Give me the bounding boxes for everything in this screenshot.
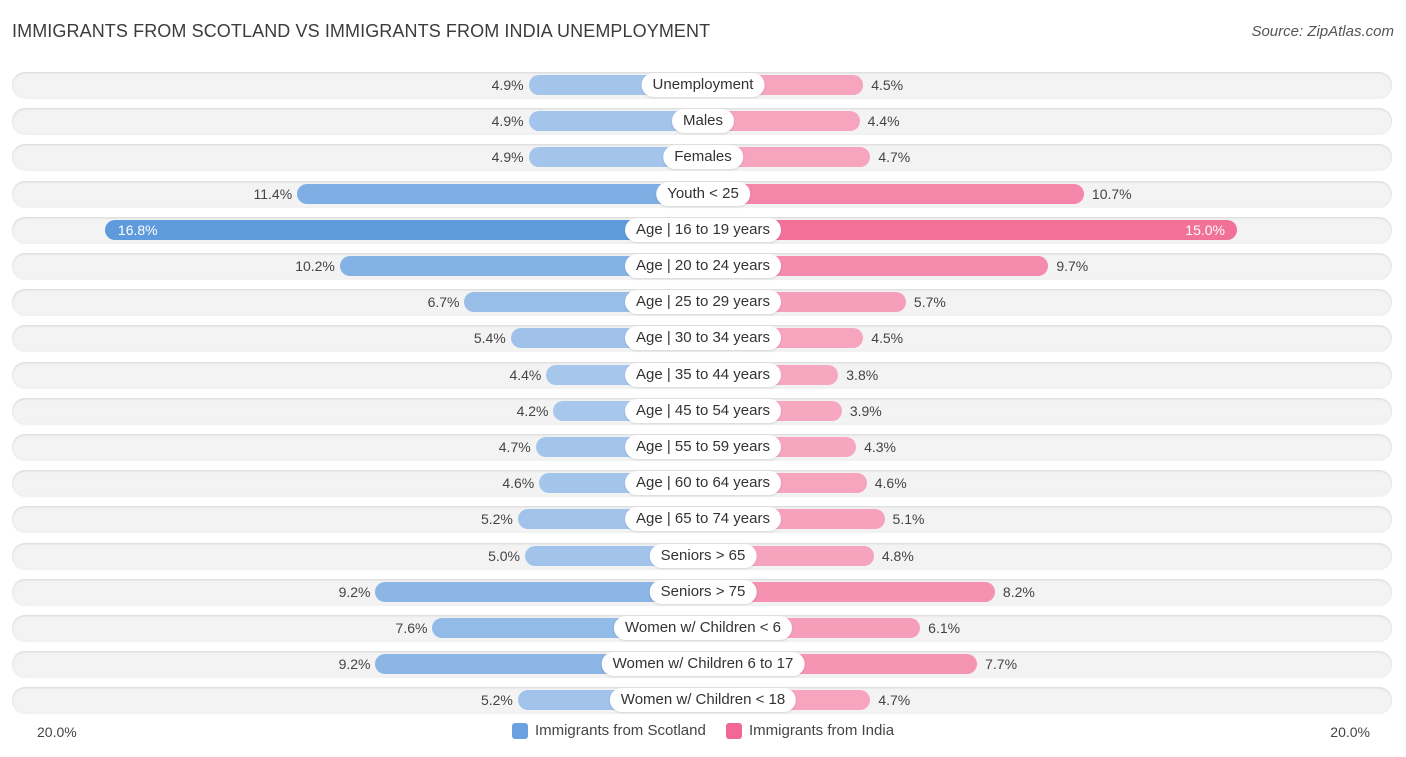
value-label-scotland: 4.4% — [509, 366, 542, 383]
bar-scotland[interactable] — [297, 183, 703, 204]
value-label-india: 15.0% — [1185, 221, 1225, 238]
legend-item-india[interactable]: Immigrants from India — [726, 722, 894, 739]
value-label-scotland: 4.2% — [516, 402, 549, 419]
legend-swatch-india — [726, 722, 742, 739]
value-label-scotland: 5.2% — [480, 511, 513, 528]
bar-india[interactable] — [703, 183, 1084, 204]
legend-label-india: Immigrants from India — [749, 722, 895, 739]
value-label-india: 9.7% — [1056, 258, 1089, 274]
value-label-scotland: 10.2% — [295, 258, 335, 274]
value-label-india: 4.5% — [871, 330, 904, 347]
category-label: Males — [671, 109, 735, 134]
value-label-india: 4.7% — [878, 692, 911, 709]
category-label: Females — [663, 145, 743, 170]
value-label-scotland: 5.2% — [480, 692, 513, 709]
value-label-scotland: 9.2% — [338, 656, 371, 673]
value-label-india: 8.2% — [1002, 583, 1035, 600]
value-label-scotland: 9.2% — [338, 583, 371, 600]
bar-scotland[interactable] — [104, 219, 703, 240]
value-label-scotland: 7.6% — [395, 620, 428, 636]
category-label: Age | 35 to 44 years — [625, 362, 781, 387]
category-label: Seniors > 65 — [649, 543, 757, 568]
value-label-india: 4.7% — [878, 149, 911, 166]
value-label-india: 10.7% — [1091, 185, 1132, 202]
value-label-india: 3.8% — [846, 366, 879, 383]
value-label-scotland: 4.9% — [491, 113, 524, 130]
legend-item-scotland[interactable]: Immigrants from Scotland — [511, 722, 706, 739]
value-label-india: 4.6% — [874, 475, 907, 492]
category-label: Women w/ Children 6 to 17 — [601, 652, 805, 677]
value-label-india: 4.5% — [871, 77, 904, 93]
value-label-india: 4.3% — [864, 439, 896, 455]
value-label-scotland: 16.8% — [117, 221, 158, 238]
value-label-india: 4.8% — [881, 547, 914, 564]
category-label: Youth < 25 — [656, 181, 750, 206]
category-label: Age | 20 to 24 years — [625, 254, 781, 278]
bar-india[interactable] — [703, 219, 1237, 240]
value-label-india: 5.7% — [913, 294, 946, 311]
value-label-scotland: 4.9% — [491, 149, 524, 166]
category-label: Age | 30 to 34 years — [625, 326, 781, 351]
value-label-india: 4.4% — [867, 113, 900, 130]
category-label: Women w/ Children < 18 — [609, 688, 797, 713]
category-label: Age | 16 to 19 years — [625, 217, 781, 242]
category-label: Women w/ Children < 6 — [613, 616, 793, 640]
value-label-india: 6.1% — [928, 620, 961, 636]
category-label: Age | 25 to 29 years — [625, 290, 781, 315]
value-label-scotland: 5.4% — [473, 330, 506, 347]
category-label: Age | 45 to 54 years — [625, 398, 781, 423]
value-label-india: 5.1% — [892, 511, 925, 528]
value-label-scotland: 11.4% — [253, 185, 293, 202]
category-label: Age | 65 to 74 years — [625, 507, 781, 532]
diverging-bar-chart: 4.9% 4.5% Unemployment 4.9% 4.4% Males 4.9% 4.7… — [0, 0, 1406, 757]
category-label: Age | 60 to 64 years — [625, 471, 781, 496]
value-label-scotland: 4.6% — [502, 475, 535, 492]
legend-swatch-scotland — [511, 722, 528, 739]
value-label-scotland: 6.7% — [427, 294, 460, 311]
category-label: Seniors > 75 — [649, 579, 757, 604]
category-label: Unemployment — [641, 73, 765, 97]
legend: Immigrants from Scotland Immigrants from… — [0, 722, 1406, 743]
value-label-scotland: 5.0% — [488, 547, 520, 564]
value-label-india: 3.9% — [849, 402, 882, 419]
value-label-scotland: 4.7% — [498, 439, 531, 455]
value-label-india: 7.7% — [985, 656, 1018, 673]
category-label: Age | 55 to 59 years — [625, 435, 781, 459]
value-label-scotland: 4.9% — [491, 77, 524, 93]
legend-label-scotland: Immigrants from Scotland — [534, 722, 706, 739]
